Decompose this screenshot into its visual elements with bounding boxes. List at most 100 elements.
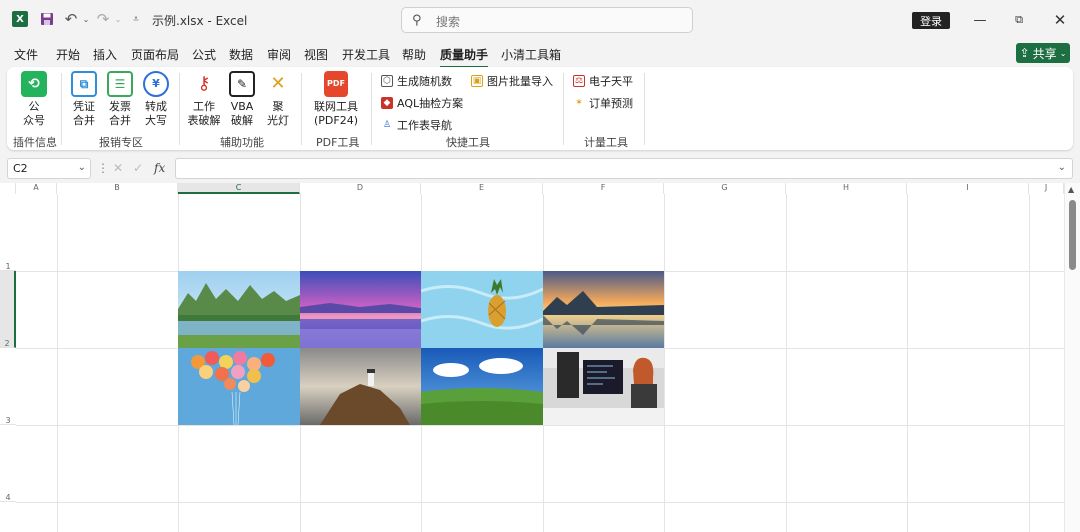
column-header-g[interactable]: G	[664, 183, 786, 194]
scale-icon: ⚖	[573, 75, 585, 87]
undo-dropdown-icon[interactable]: ⌄	[78, 11, 94, 27]
column-header-c[interactable]: C	[178, 183, 300, 194]
insert-function-icon[interactable]: fx	[154, 161, 165, 175]
image-import-label: 图片批量导入	[487, 75, 553, 88]
image-pineapple-water[interactable]	[421, 271, 543, 348]
group-pdf: PDF工具	[316, 136, 360, 149]
aql-button[interactable]: ◆ AQL抽检方案	[381, 95, 463, 111]
wechat-icon: ⟲	[21, 71, 47, 97]
spotlight-label: 聚 光灯	[267, 100, 289, 127]
tab-view[interactable]: 视图	[304, 46, 328, 63]
group-divider	[563, 73, 564, 145]
image-icon: ▣	[471, 75, 483, 87]
save-icon[interactable]	[39, 11, 55, 27]
grid-line	[1029, 194, 1030, 532]
random-number-label: 生成随机数	[397, 75, 452, 88]
tab-data[interactable]: 数据	[229, 46, 253, 63]
merge-invoices-button[interactable]: ☰ 发票 合并	[105, 71, 135, 128]
column-header-b[interactable]: B	[57, 183, 178, 194]
grid-line	[16, 502, 1064, 503]
image-purple-sunset[interactable]	[300, 271, 421, 348]
tab-home[interactable]: 开始	[56, 46, 80, 63]
redo-dropdown-icon[interactable]: ⌄	[110, 11, 126, 27]
group-divider	[371, 73, 372, 145]
pdf24-button[interactable]: PDF 联网工具 (PDF24)	[313, 71, 359, 128]
chevron-down-icon: ⌄	[1059, 48, 1067, 58]
row-header-3[interactable]: 3	[0, 348, 16, 425]
vba-unlock-button[interactable]: ✎ VBA 破解	[227, 71, 257, 128]
image-lighthouse-cliff[interactable]	[300, 348, 421, 425]
minimize-icon[interactable]: —	[965, 8, 995, 32]
sheet-unlock-button[interactable]: ⚷ 工作 表破解	[187, 71, 221, 128]
enter-icon[interactable]: ✓	[133, 161, 143, 175]
order-forecast-label: 订单预测	[589, 97, 633, 110]
group-aux: 辅助功能	[220, 136, 264, 149]
spotlight-button[interactable]: ✕ 聚 光灯	[263, 71, 293, 128]
official-account-label: 公 众号	[23, 100, 45, 127]
pdf-icon: PDF	[324, 71, 348, 97]
column-header-e[interactable]: E	[421, 183, 543, 194]
tab-insert[interactable]: 插入	[93, 46, 117, 63]
forecast-icon: ✶	[575, 98, 583, 108]
login-button[interactable]: 登录	[912, 12, 950, 29]
name-box[interactable]: C2 ⌄	[7, 158, 91, 179]
tab-review[interactable]: 审阅	[267, 46, 291, 63]
grid-line	[16, 425, 1064, 426]
merge-vouchers-label: 凭证 合并	[73, 100, 95, 127]
column-header-h[interactable]: H	[786, 183, 907, 194]
undo-icon[interactable]: ↶	[63, 10, 79, 28]
image-lake-mountains[interactable]	[178, 271, 300, 348]
sheet-navigation-button[interactable]: ♙ 工作表导航	[381, 117, 452, 133]
merge-vouchers-button[interactable]: ⧉ 凭证 合并	[69, 71, 99, 128]
grid-line	[664, 194, 665, 532]
image-green-grassland[interactable]	[421, 348, 543, 425]
image-import-button[interactable]: ▣ 图片批量导入	[471, 73, 553, 89]
tab-xiaoqing-toolbox[interactable]: 小清工具箱	[501, 46, 561, 63]
tab-file[interactable]: 文件	[14, 46, 38, 63]
share-button[interactable]: ⇪ 共享 ⌄	[1016, 43, 1070, 63]
tab-page-layout[interactable]: 页面布局	[131, 46, 179, 63]
formula-input[interactable]: ⌄	[175, 158, 1073, 179]
order-forecast-button[interactable]: ✶ 订单预测	[573, 95, 633, 111]
redo-icon[interactable]: ↷	[95, 10, 111, 28]
column-header-a[interactable]: A	[16, 183, 57, 194]
shield-icon: ◆	[381, 97, 393, 109]
column-header-i[interactable]: I	[907, 183, 1029, 194]
select-all-corner[interactable]	[0, 183, 16, 194]
tab-formulas[interactable]: 公式	[192, 46, 216, 63]
scrollbar-thumb[interactable]	[1069, 200, 1076, 270]
vba-unlock-label: VBA 破解	[230, 100, 254, 127]
official-account-button[interactable]: ⟲ 公 众号	[19, 71, 49, 128]
tab-developer[interactable]: 开发工具	[342, 46, 390, 63]
image-mountain-sunrise[interactable]	[543, 271, 664, 348]
vertical-scrollbar[interactable]: ▲	[1064, 183, 1080, 532]
column-header-j[interactable]: J	[1029, 183, 1064, 194]
group-divider	[644, 73, 645, 145]
group-measure: 计量工具	[584, 136, 628, 149]
electronic-scale-label: 电子天平	[589, 75, 633, 88]
restore-icon[interactable]: ⧉	[1004, 8, 1034, 32]
image-office-woman[interactable]	[543, 348, 664, 425]
invoice-icon: ☰	[107, 71, 133, 97]
electronic-scale-button[interactable]: ⚖ 电子天平	[573, 73, 633, 89]
column-header-f[interactable]: F	[543, 183, 664, 194]
key-icon: ⚷	[197, 73, 211, 94]
to-uppercase-button[interactable]: ¥ 转成 大写	[141, 71, 171, 128]
search-box[interactable]: ⚲ 搜索	[401, 7, 693, 33]
customize-toolbar-icon[interactable]: ⩡	[128, 11, 144, 27]
expand-formula-icon[interactable]: ⌄	[1058, 162, 1066, 173]
cancel-icon[interactable]: ✕	[113, 161, 123, 175]
close-icon[interactable]: ✕	[1045, 8, 1075, 32]
column-header-d[interactable]: D	[300, 183, 421, 194]
tab-help[interactable]: 帮助	[402, 46, 426, 63]
image-balloons[interactable]	[178, 348, 300, 425]
scroll-up-icon[interactable]: ▲	[1068, 185, 1074, 194]
more-icon[interactable]: ⋮	[97, 161, 109, 175]
tab-quality-assistant[interactable]: 质量助手	[440, 46, 489, 68]
row-header-2[interactable]: 2	[0, 271, 16, 348]
random-number-button[interactable]: ⬡ 生成随机数	[381, 73, 452, 89]
search-placeholder: 搜索	[436, 15, 461, 29]
row-header-4[interactable]: 4	[0, 425, 16, 502]
name-box-value: C2	[13, 162, 28, 175]
row-header-1[interactable]: 1	[0, 194, 16, 271]
